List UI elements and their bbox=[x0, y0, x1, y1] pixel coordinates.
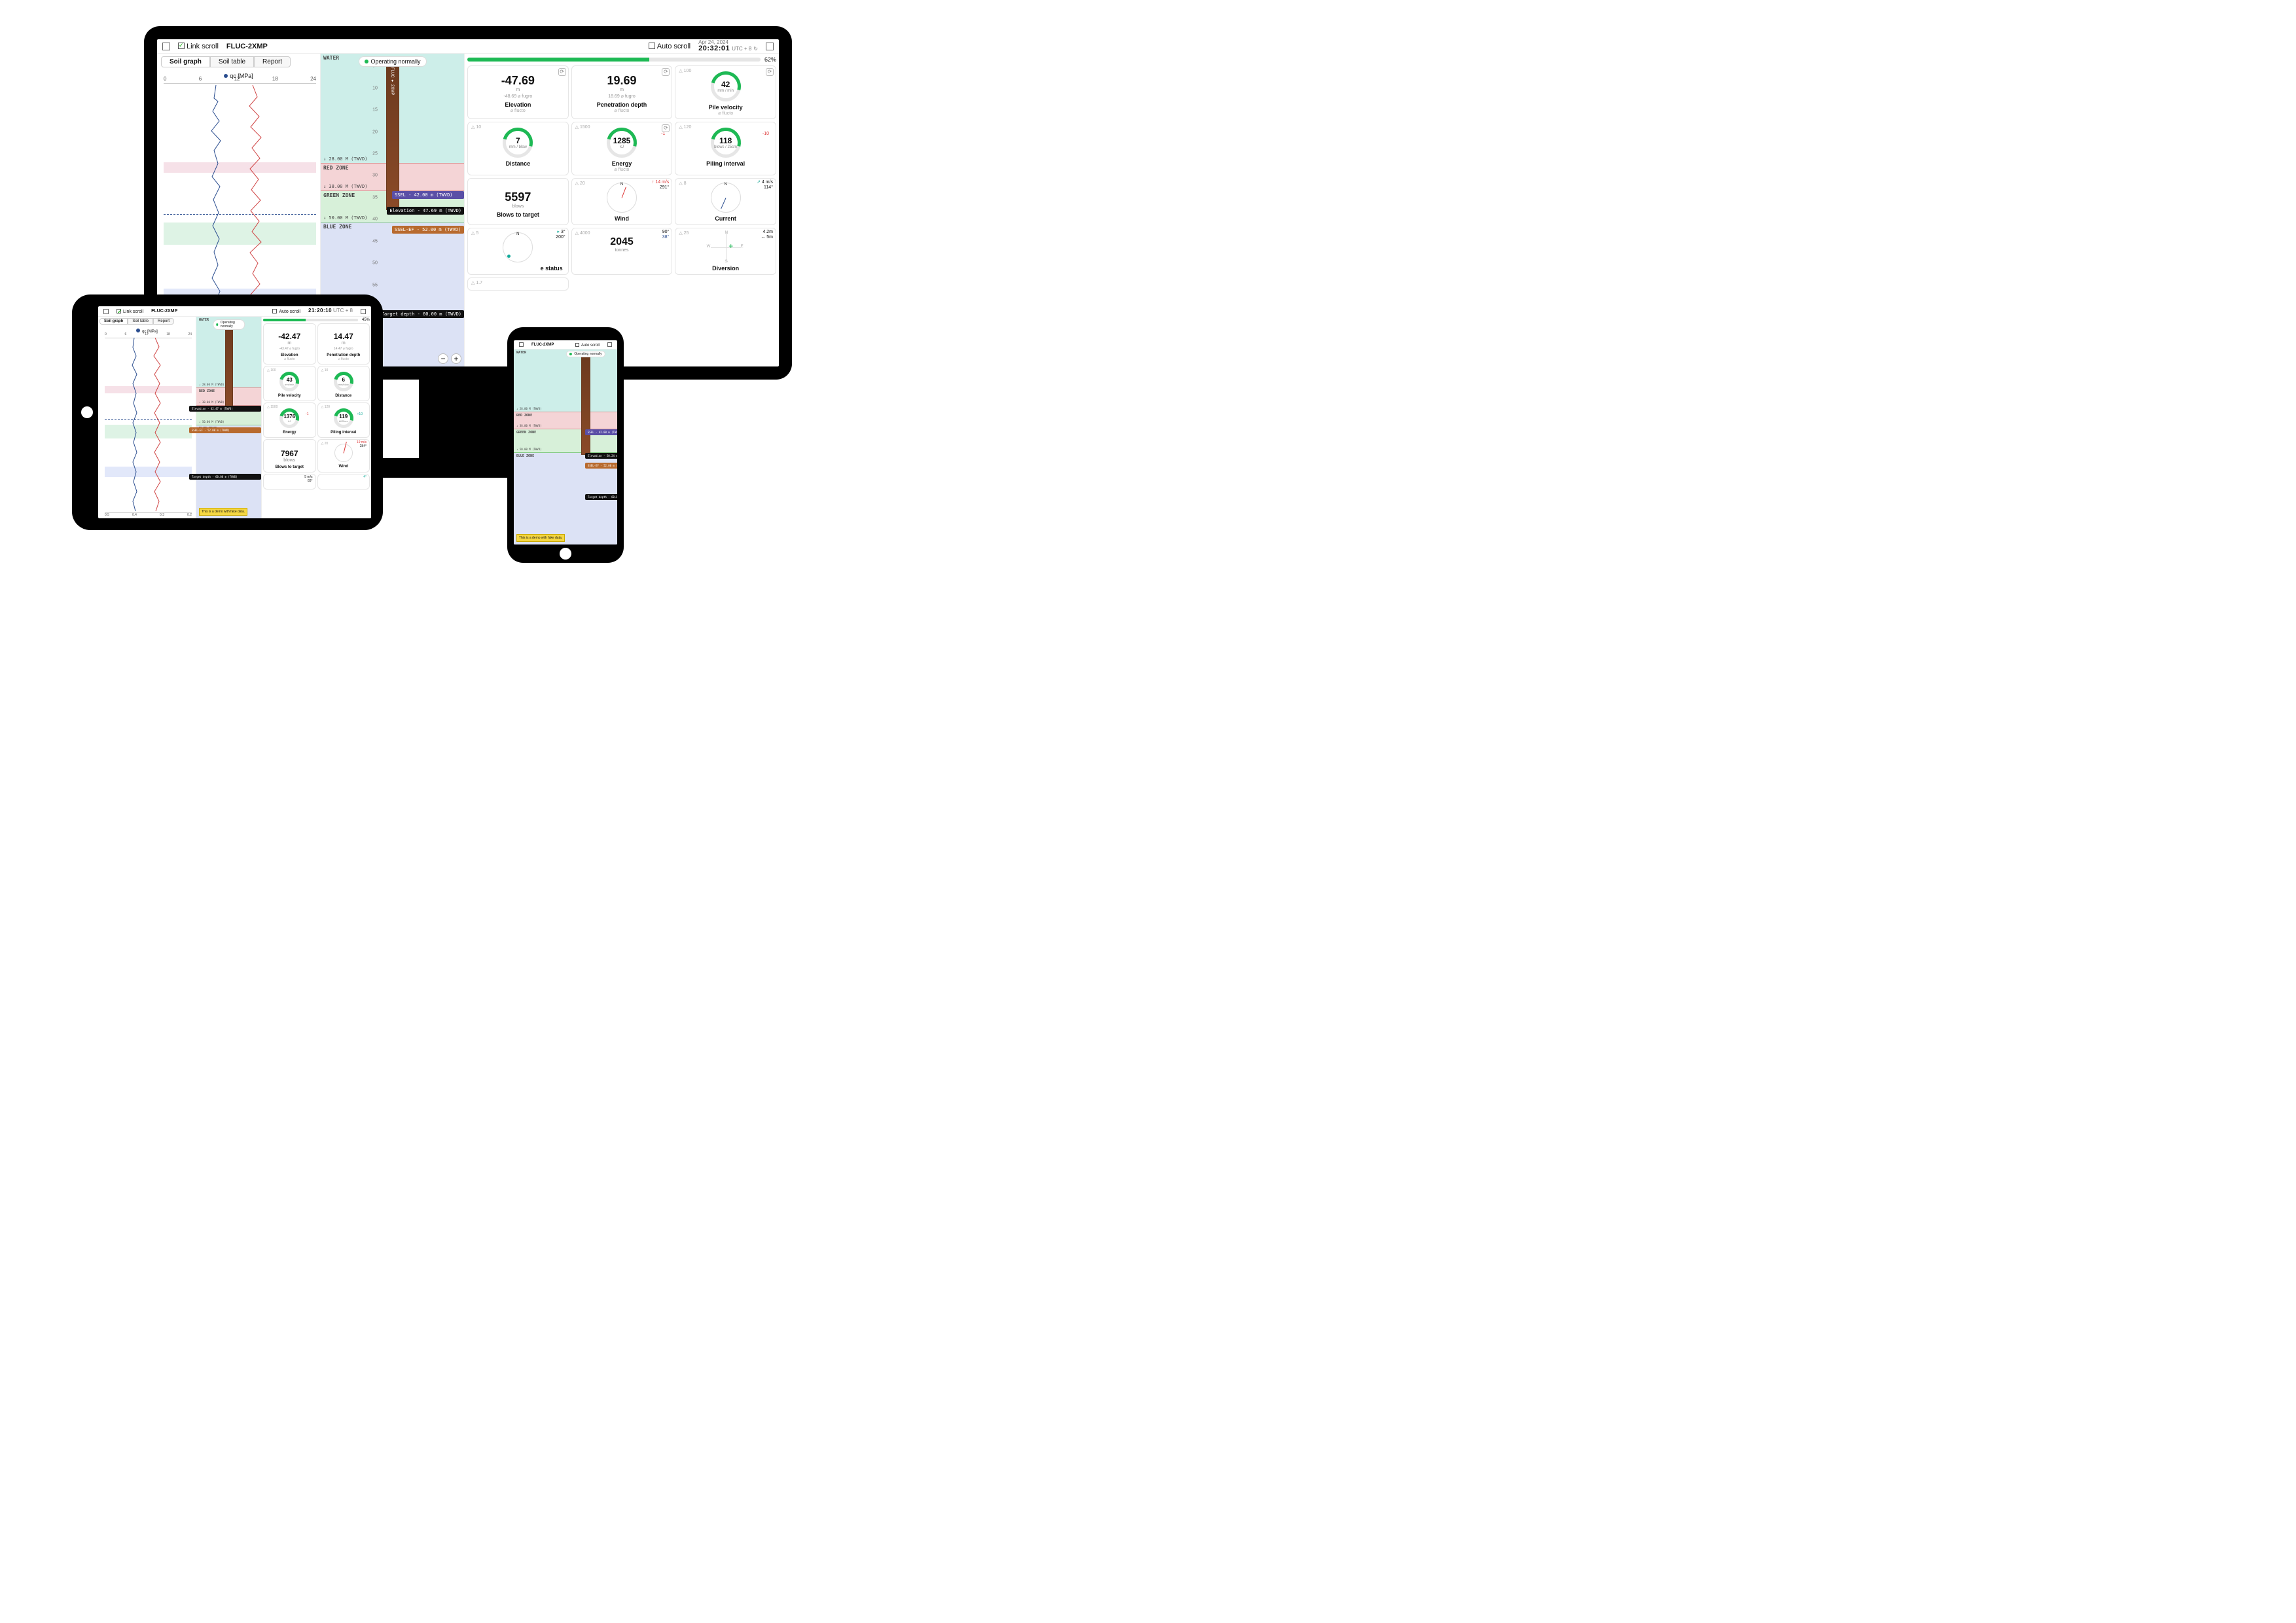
tabs: Soil graph Soil table Report bbox=[157, 54, 320, 70]
card-elevation[interactable]: -47.69m -48.69 ⌀ fugro Elevation⌀ flucto… bbox=[467, 65, 569, 119]
tab-report[interactable]: Report bbox=[254, 56, 291, 67]
chart-area[interactable] bbox=[105, 338, 192, 512]
phone-frame: FLUC-2XMP Auto scroll WATER↓ 28.00 M (TW… bbox=[507, 327, 624, 563]
app-title: FLUC-2XMP bbox=[151, 309, 177, 313]
marker-ssel: SSEL - 42.00 m (TWVD) bbox=[392, 191, 464, 199]
compass-icon: N bbox=[607, 183, 637, 213]
card-partial[interactable]: 4° bbox=[317, 474, 370, 490]
card-piling-interval[interactable]: △ 120 118blows / 25cm -10 Piling interva… bbox=[675, 122, 776, 175]
card-elevation[interactable]: -42.47m-43.47 ⌀ fugroElevation⌀ flucto bbox=[263, 323, 316, 365]
panel-right-icon[interactable] bbox=[766, 43, 774, 50]
panel-right-icon[interactable] bbox=[607, 342, 612, 347]
card-pile-velocity[interactable]: △ 10043mm/minPile velocity bbox=[263, 366, 316, 401]
card-partial[interactable]: 5 m/s83° bbox=[263, 474, 316, 490]
status-pill: Operating normally bbox=[358, 56, 426, 67]
target-icon: N bbox=[503, 232, 533, 262]
demo-banner: This is a demo with fake data. bbox=[516, 534, 565, 542]
refresh-icon[interactable]: ⟳ bbox=[662, 68, 670, 76]
tab-soil-table[interactable]: Soil table bbox=[210, 56, 254, 67]
auto-scroll-toggle[interactable]: Auto scroll bbox=[272, 308, 300, 314]
tab-report[interactable]: Report bbox=[153, 318, 174, 325]
auto-scroll-toggle[interactable]: Auto scroll bbox=[649, 42, 691, 50]
marker-elevation: Elevation - 47.69 m (TWVD) bbox=[387, 207, 464, 215]
card-wind[interactable]: △ 2019 m/s284°Wind bbox=[317, 439, 370, 473]
topbar: Link scroll FLUC-2XMP Auto scroll Apr 24… bbox=[157, 39, 779, 54]
refresh-icon[interactable]: ⟳ bbox=[766, 68, 774, 76]
progress-row: 62% bbox=[467, 56, 776, 63]
card-current[interactable]: △ 8 ↗ 4 m/s114° N Current bbox=[675, 178, 776, 225]
card-partial[interactable]: △ 1.7 bbox=[467, 277, 569, 291]
clock: Apr 24, 2024 20:32:01 UTC + 8 ↻ bbox=[698, 40, 758, 53]
card-penetration[interactable]: 14.47m14.47 ⌀ fugroPenetration depth⌀ fl… bbox=[317, 323, 370, 365]
card-blows-to-target[interactable]: 5597blows Blows to target bbox=[467, 178, 569, 225]
refresh-icon[interactable]: ⟳ bbox=[558, 68, 566, 76]
app-title: FLUC-2XMP bbox=[226, 43, 268, 50]
x-axis: 06121824 bbox=[164, 76, 316, 84]
card-diversion[interactable]: △ 25 4.2m↔ 5m N S E W + Diversion bbox=[675, 228, 776, 275]
card-piling-interval[interactable]: △ 120119bl/25cm+10Piling interval bbox=[317, 402, 370, 438]
link-scroll-toggle[interactable]: Link scroll bbox=[178, 42, 219, 50]
refresh-icon[interactable]: ⟳ bbox=[662, 124, 670, 132]
crosshair-icon: N S E W + bbox=[711, 232, 741, 262]
home-button-icon[interactable] bbox=[81, 406, 93, 418]
progress-bar bbox=[467, 58, 761, 62]
marker-ssel-ef: SSEL-EF - 52.00 m (TWVD) bbox=[392, 226, 464, 234]
progress-pct: 62% bbox=[764, 56, 776, 63]
metrics-panel: 62% -47.69m -48.69 ⌀ fugro Elevation⌀ fl… bbox=[465, 54, 779, 366]
card-crane[interactable]: △ 4000 90°38° 2045 tonnes bbox=[571, 228, 673, 275]
marker-target: Target depth - 60.00 m (TWVD) bbox=[379, 310, 464, 318]
tab-soil-table[interactable]: Soil table bbox=[128, 318, 153, 325]
link-scroll-toggle[interactable]: Link scroll bbox=[117, 308, 143, 314]
panel-right-icon[interactable] bbox=[361, 309, 366, 314]
card-energy[interactable]: △ 15001376kJ-1Energy bbox=[263, 402, 316, 438]
panel-left-icon[interactable] bbox=[519, 342, 524, 347]
app-title: FLUC-2XMP bbox=[531, 343, 554, 347]
card-pile-velocity[interactable]: △ 100 42mm / min Pile velocity⌀ flucto ⟳ bbox=[675, 65, 776, 119]
auto-scroll-toggle[interactable]: Auto scroll bbox=[575, 342, 600, 348]
card-distance[interactable]: △ 106mm/blowDistance bbox=[317, 366, 370, 401]
card-energy[interactable]: △ 1500 1285kJ -1 Energy⌀ flucto ⟳ bbox=[571, 122, 673, 175]
app-phone: FLUC-2XMP Auto scroll WATER↓ 28.00 M (TW… bbox=[514, 340, 617, 544]
checkbox-icon bbox=[649, 43, 655, 49]
zoom-controls: − + bbox=[438, 353, 461, 364]
pile-graphic: FLUC ✦ 2XMP bbox=[386, 60, 399, 210]
demo-banner: This is a demo with fake data. bbox=[199, 508, 247, 516]
card-penetration[interactable]: 19.69m 18.69 ⌀ fugro Penetration depth⌀ … bbox=[571, 65, 673, 119]
tab-soil-graph[interactable]: Soil graph bbox=[161, 56, 210, 67]
zoom-out-button[interactable]: − bbox=[438, 353, 448, 364]
checkbox-icon bbox=[178, 43, 185, 49]
card-blows-to-target[interactable]: 7967blowsBlows to target bbox=[263, 439, 316, 473]
panel-left-icon[interactable] bbox=[162, 43, 170, 50]
panel-left-icon[interactable] bbox=[103, 309, 109, 314]
home-button-icon[interactable] bbox=[560, 548, 571, 560]
zoom-in-button[interactable]: + bbox=[451, 353, 461, 364]
card-pile-status[interactable]: △ 5 ▸ 3°200° N e status bbox=[467, 228, 569, 275]
compass-icon: N bbox=[711, 183, 741, 213]
x-axis-bottom: 0.50.40.30.2 bbox=[105, 512, 192, 517]
card-wind[interactable]: △ 20 ↑ 14 m/s291° N Wind bbox=[571, 178, 673, 225]
app-tablet: Link scroll FLUC-2XMP Auto scroll 21:20:… bbox=[98, 306, 371, 518]
tablet-frame: Link scroll FLUC-2XMP Auto scroll 21:20:… bbox=[72, 294, 383, 530]
tab-soil-graph[interactable]: Soil graph bbox=[99, 318, 128, 325]
card-distance[interactable]: △ 10 7mm / blow Distance bbox=[467, 122, 569, 175]
